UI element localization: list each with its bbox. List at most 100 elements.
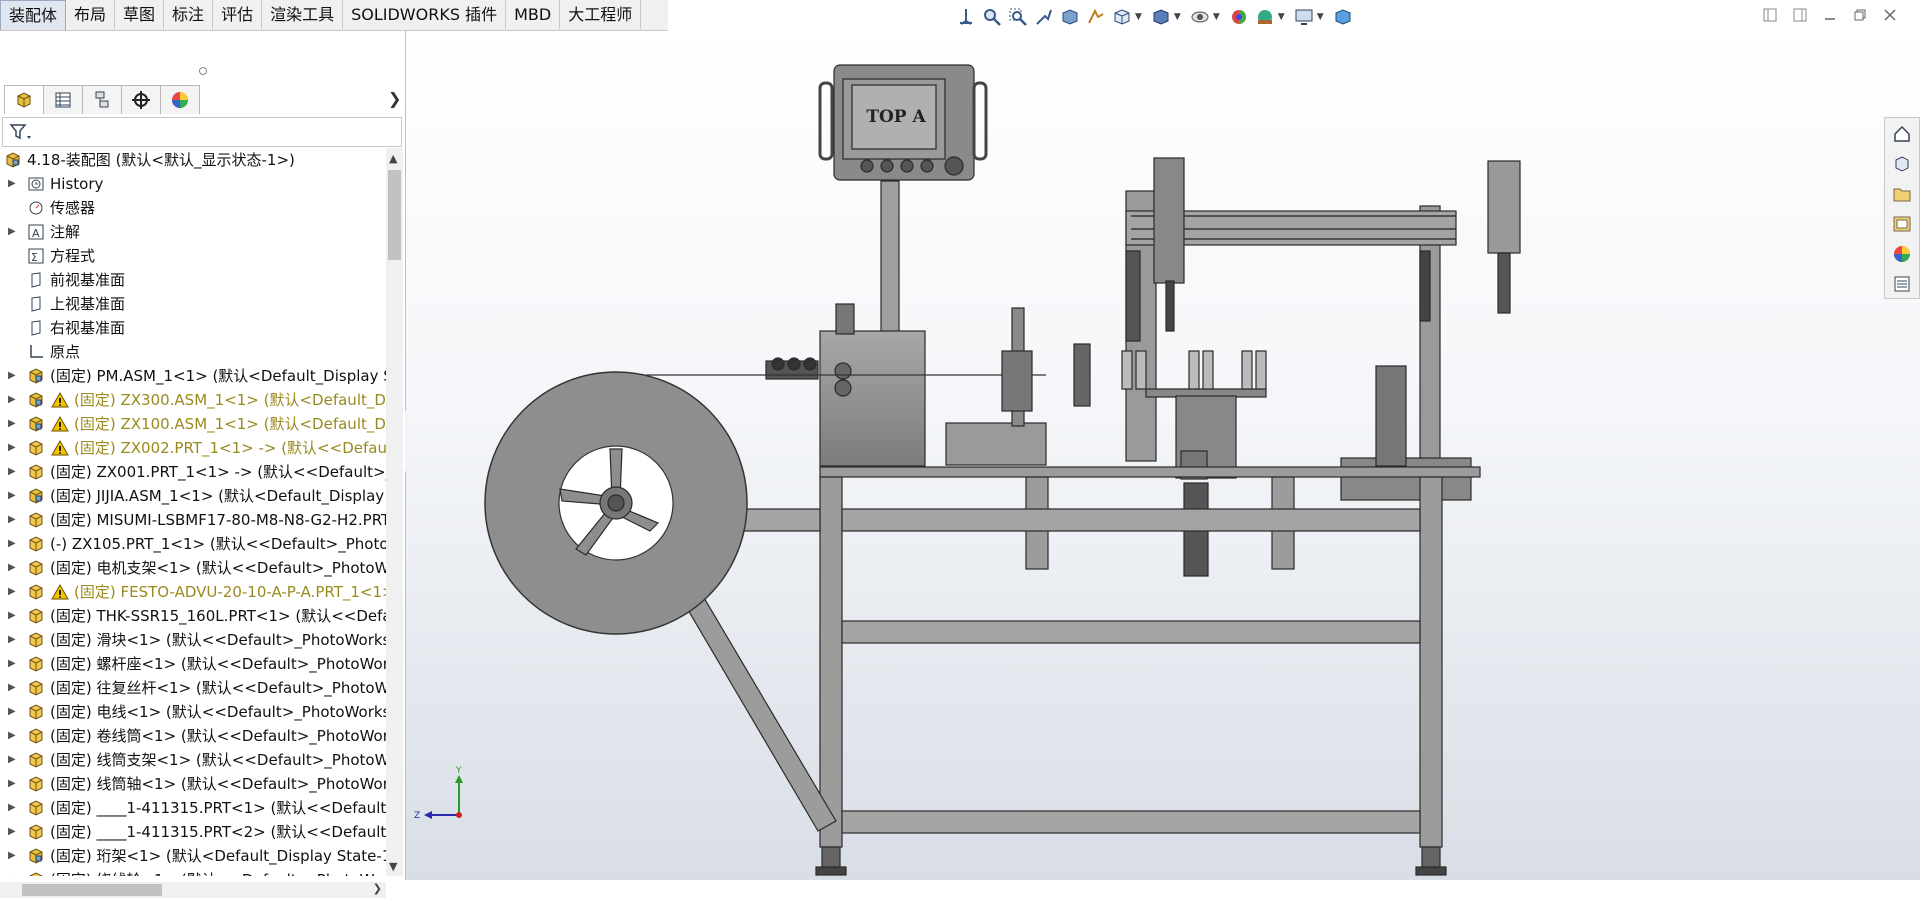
expand-arrow-icon[interactable]: ▶ <box>8 604 18 628</box>
zoom-to-fit-icon[interactable] <box>981 6 1003 28</box>
expand-arrow-icon[interactable]: ▶ <box>8 436 18 460</box>
tab-8[interactable]: 大工程师 <box>560 0 642 29</box>
expand-arrow-icon[interactable]: ▶ <box>8 676 18 700</box>
configuration-manager-tab[interactable] <box>82 85 122 114</box>
tree-item-label: (固定) 往复丝杆<1> (默认<<Default>_PhotoWo <box>50 679 386 697</box>
expand-arrow-icon[interactable]: ▶ <box>8 868 18 876</box>
machine-model: TOP A Y Z <box>414 64 1521 876</box>
tab-0[interactable]: 装配体 <box>0 0 67 30</box>
panel-right-icon[interactable] <box>1790 6 1810 24</box>
apply-scene-icon[interactable] <box>1254 6 1276 28</box>
tree-item-label: 右视基准面 <box>50 319 126 337</box>
expand-arrow-icon[interactable]: ▶ <box>8 556 18 580</box>
part-icon <box>27 823 45 841</box>
file-explorer-icon[interactable] <box>1887 180 1917 208</box>
scroll-right-icon[interactable]: ❯ <box>373 882 382 895</box>
tab-4[interactable]: 评估 <box>213 0 263 29</box>
next-tab-arrow[interactable]: ❯ <box>388 89 401 108</box>
tree-item-label: History <box>50 175 104 193</box>
panel-screen-text: TOP A <box>866 107 926 127</box>
expand-arrow-icon[interactable]: ▶ <box>8 724 18 748</box>
graphics-area[interactable]: TOP A Y Z <box>406 31 1920 880</box>
hide-show-icon[interactable] <box>1189 6 1211 28</box>
feature-manager-tab[interactable] <box>4 85 44 114</box>
expand-arrow-icon[interactable]: ▶ <box>8 532 18 556</box>
triad-y-label: Y <box>455 766 462 776</box>
tree-item-label: (固定) ____1-411315.PRT<2> (默认<<Default>_ <box>50 823 386 841</box>
tree-horizontal-scrollbar[interactable]: ❯ <box>0 882 386 898</box>
tree-item-label: 上视基准面 <box>50 295 126 313</box>
expand-arrow-icon[interactable]: ▶ <box>8 412 18 436</box>
expand-arrow-icon[interactable]: ▶ <box>8 628 18 652</box>
tree-vertical-scrollbar[interactable]: ▲ ▼ <box>386 148 403 876</box>
triad-z-label: Z <box>414 811 420 821</box>
assembly-icon <box>27 415 45 433</box>
expand-arrow-icon[interactable]: ▶ <box>8 508 18 532</box>
warning-icon <box>51 439 69 457</box>
view-palette-icon[interactable] <box>1887 210 1917 238</box>
zoom-area-icon[interactable] <box>1007 6 1029 28</box>
expand-arrow-icon[interactable]: ▶ <box>8 652 18 676</box>
scroll-thumb[interactable] <box>388 170 401 260</box>
dynamic-annotation-icon[interactable] <box>1085 6 1107 28</box>
assembly-icon <box>27 487 45 505</box>
expand-arrow-icon[interactable]: ▶ <box>8 484 18 508</box>
restore-icon[interactable] <box>1850 6 1870 24</box>
plane-icon <box>27 295 45 313</box>
home-icon[interactable] <box>1887 120 1917 148</box>
display-manager-tab[interactable] <box>160 85 200 114</box>
tab-5[interactable]: 渲染工具 <box>262 0 344 29</box>
tab-1[interactable]: 布局 <box>66 0 116 29</box>
collapse-handle[interactable] <box>199 67 207 75</box>
task-pane-tabs <box>1884 117 1920 299</box>
tab-2[interactable]: 草图 <box>115 0 165 29</box>
scroll-up-icon[interactable]: ▲ <box>389 152 397 165</box>
svg-text:Σ: Σ <box>31 251 38 264</box>
property-manager-tab[interactable] <box>43 85 83 114</box>
expand-arrow-icon[interactable]: ▶ <box>8 796 18 820</box>
expand-arrow-icon[interactable]: ▶ <box>8 220 18 244</box>
panel-left-icon[interactable] <box>1760 6 1780 24</box>
expand-arrow-icon[interactable]: ▶ <box>8 844 18 868</box>
view-orientation-icon[interactable] <box>1111 6 1133 28</box>
part-icon <box>27 463 45 481</box>
tree-item-label: 原点 <box>50 343 81 361</box>
edit-appearance-icon[interactable] <box>1228 6 1250 28</box>
tab-6[interactable]: SOLIDWORKS 插件 <box>343 0 507 29</box>
expand-arrow-icon[interactable]: ▶ <box>8 700 18 724</box>
tree-item-label: (固定) 螺杆座<1> (默认<<Default>_PhotoWork <box>50 655 386 673</box>
expand-arrow-icon[interactable]: ▶ <box>8 580 18 604</box>
close-icon[interactable] <box>1880 6 1900 24</box>
part-icon <box>27 511 45 529</box>
tree-filter[interactable] <box>2 117 402 147</box>
scroll-thumb[interactable] <box>22 884 162 896</box>
part-icon <box>27 583 45 601</box>
tab-7[interactable]: MBD <box>506 0 561 29</box>
minimize-icon[interactable] <box>1820 6 1840 24</box>
expand-arrow-icon[interactable]: ▶ <box>8 748 18 772</box>
view-orientation-icon[interactable] <box>955 6 977 28</box>
custom-properties-icon[interactable] <box>1887 270 1917 298</box>
previous-view-icon[interactable] <box>1033 6 1055 28</box>
expand-arrow-icon[interactable]: ▶ <box>8 364 18 388</box>
expand-arrow-icon[interactable]: ▶ <box>8 820 18 844</box>
expand-arrow-icon[interactable]: ▶ <box>8 772 18 796</box>
expand-arrow-icon[interactable]: ▶ <box>8 388 18 412</box>
display-style-icon[interactable] <box>1150 6 1172 28</box>
3d-view-icon[interactable] <box>1332 6 1354 28</box>
view-settings-icon[interactable] <box>1293 6 1315 28</box>
tree-item-label: (固定) 珩架<1> (默认<Default_Display State-1> <box>50 847 386 865</box>
tree-item-label: 前视基准面 <box>50 271 126 289</box>
design-library-icon[interactable] <box>1887 150 1917 178</box>
feature-tree: 4.18-装配图 (默认<默认_显示状态-1>) ▶ History 传感器 ▶ A 注解 Σ… <box>0 148 386 876</box>
section-view-icon[interactable] <box>1059 6 1081 28</box>
tree-item-label: (固定) 线筒轴<1> (默认<<Default>_PhotoWork <box>50 775 386 793</box>
dimxpert-tab[interactable] <box>121 85 161 114</box>
warning-icon <box>51 391 69 409</box>
annotation-icon: A <box>27 223 45 241</box>
expand-arrow-icon[interactable]: ▶ <box>8 172 18 196</box>
appearances-icon[interactable] <box>1887 240 1917 268</box>
expand-arrow-icon[interactable]: ▶ <box>8 460 18 484</box>
tab-3[interactable]: 标注 <box>164 0 214 29</box>
scroll-down-icon[interactable]: ▼ <box>389 860 397 873</box>
